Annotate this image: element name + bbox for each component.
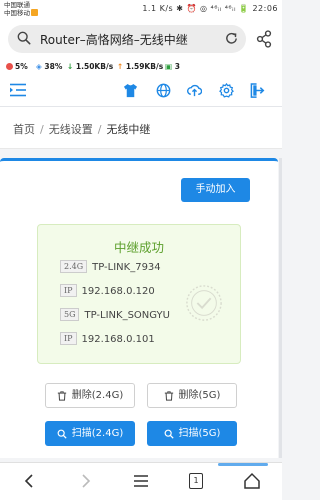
upload-stat: ↑ 1.59KB/s <box>117 62 164 71</box>
ip-tag: IP <box>60 332 77 345</box>
ssid-5g-value: TP-LINK_SONGYU <box>84 310 170 321</box>
globe-icon[interactable] <box>156 83 171 98</box>
carrier-line-1: 中国联通 <box>4 1 30 9</box>
search-icon <box>164 429 174 439</box>
ip-24g-row: IP 192.168.0.120 <box>60 284 155 297</box>
download-arrow-icon: ↓ <box>67 62 74 71</box>
ssid-5g-row: 5G TP-LINK_SONGYU <box>60 308 170 321</box>
band-tag-5g: 5G <box>60 308 80 321</box>
scan-24g-label: 扫描(2.4G) <box>71 428 124 439</box>
breadcrumb-separator: / <box>40 123 44 136</box>
ssid-24g-row: 2.4G TP-LINK_7934 <box>60 260 161 273</box>
repeater-success-title: 中继成功 <box>113 240 164 255</box>
breadcrumb: 首页 / 无线设置 / 无线中继 <box>0 107 282 149</box>
delete-5g-button[interactable]: 删除(5G) <box>147 383 237 408</box>
settings-gear-icon[interactable] <box>219 83 234 98</box>
menu-toggle-icon[interactable] <box>10 83 26 97</box>
scrollbar[interactable] <box>279 158 282 458</box>
memory-icon: ◈ <box>36 62 42 71</box>
page-title: Router–高恪网络–无线中继 <box>40 33 188 47</box>
memory-stat: ◈ 38% <box>36 62 63 71</box>
forward-icon[interactable] <box>75 471 95 491</box>
address-bar[interactable]: Router–高恪网络–无线中继 <box>8 25 246 53</box>
trash-icon <box>164 390 173 401</box>
browser-nav-bar: 1 <box>0 462 282 500</box>
band-tag-24g: 2.4G <box>60 260 88 273</box>
share-icon[interactable] <box>256 30 272 48</box>
scan-24g-button[interactable]: 扫描(2.4G) <box>45 421 135 446</box>
floating-button-edge <box>218 463 268 466</box>
cpu-icon <box>6 63 13 70</box>
back-icon[interactable] <box>20 471 40 491</box>
cloud-upload-icon[interactable] <box>187 83 202 98</box>
tabs-count: 1 <box>189 473 203 489</box>
router-stats-bar: 5% ◈ 38% ↓ 1.50KB/s ↑ 1.59KB/s ▣ 3 <box>0 58 282 75</box>
ip-5g-value: 192.168.0.101 <box>81 334 155 345</box>
carrier-line-2: 中国移动 <box>4 9 30 17</box>
delete-24g-label: 删除(2.4G) <box>71 390 124 401</box>
home-icon[interactable] <box>242 471 262 491</box>
notification-icon <box>31 9 38 16</box>
app-toolbar <box>0 75 282 107</box>
repeater-card: 手动加入 中继成功 2.4G TP-LINK_7934 IP 192.168.0.1… <box>0 158 278 458</box>
browser-bar: Router–高恪网络–无线中继 <box>0 20 282 58</box>
delete-24g-button[interactable]: 删除(2.4G) <box>45 383 135 408</box>
delete-5g-label: 删除(5G) <box>178 390 221 401</box>
breadcrumb-parent-link[interactable]: 无线设置 <box>49 123 93 136</box>
breadcrumb-home-link[interactable]: 首页 <box>13 123 35 136</box>
repeater-status-panel: 中继成功 2.4G TP-LINK_7934 IP 192.168.0.120 5G… <box>37 224 241 364</box>
trash-icon <box>57 390 66 401</box>
theme-shirt-icon[interactable] <box>123 83 138 98</box>
breadcrumb-separator: / <box>97 123 102 136</box>
ssid-24g-value: TP-LINK_7934 <box>92 262 161 273</box>
carrier-info: 中国联通 中国移动 <box>4 1 38 17</box>
menu-icon[interactable] <box>131 471 151 491</box>
scan-5g-label: 扫描(5G) <box>178 428 221 439</box>
ip-24g-value: 192.168.0.120 <box>81 286 155 297</box>
devices-icon: ▣ <box>165 62 173 71</box>
ip-tag: IP <box>60 284 77 297</box>
ip-5g-row: IP 192.168.0.101 <box>60 332 155 345</box>
download-stat: ↓ 1.50KB/s <box>67 62 114 71</box>
devices-stat: ▣ 3 <box>165 62 180 71</box>
manual-join-button[interactable]: 手动加入 <box>181 178 250 202</box>
search-icon <box>17 31 31 45</box>
success-watermark-icon <box>186 285 222 321</box>
tabs-button[interactable]: 1 <box>186 471 206 491</box>
breadcrumb-current: 无线中继 <box>106 123 151 136</box>
system-status-bar: 中国联通 中国移动 1.1 K/s ✱ ⏰ ◎ ⁴⁶ᵢₗ ⁴⁶ᵢₗ 🔋 22:0… <box>0 0 282 20</box>
upload-arrow-icon: ↑ <box>117 62 124 71</box>
status-indicators: 1.1 K/s ✱ ⏰ ◎ ⁴⁶ᵢₗ ⁴⁶ᵢₗ 🔋 22:06 <box>142 4 278 13</box>
logout-icon[interactable] <box>250 83 265 98</box>
reload-icon[interactable] <box>224 31 239 46</box>
search-icon <box>57 429 67 439</box>
cpu-stat: 5% <box>6 62 28 71</box>
scan-5g-button[interactable]: 扫描(5G) <box>147 421 237 446</box>
